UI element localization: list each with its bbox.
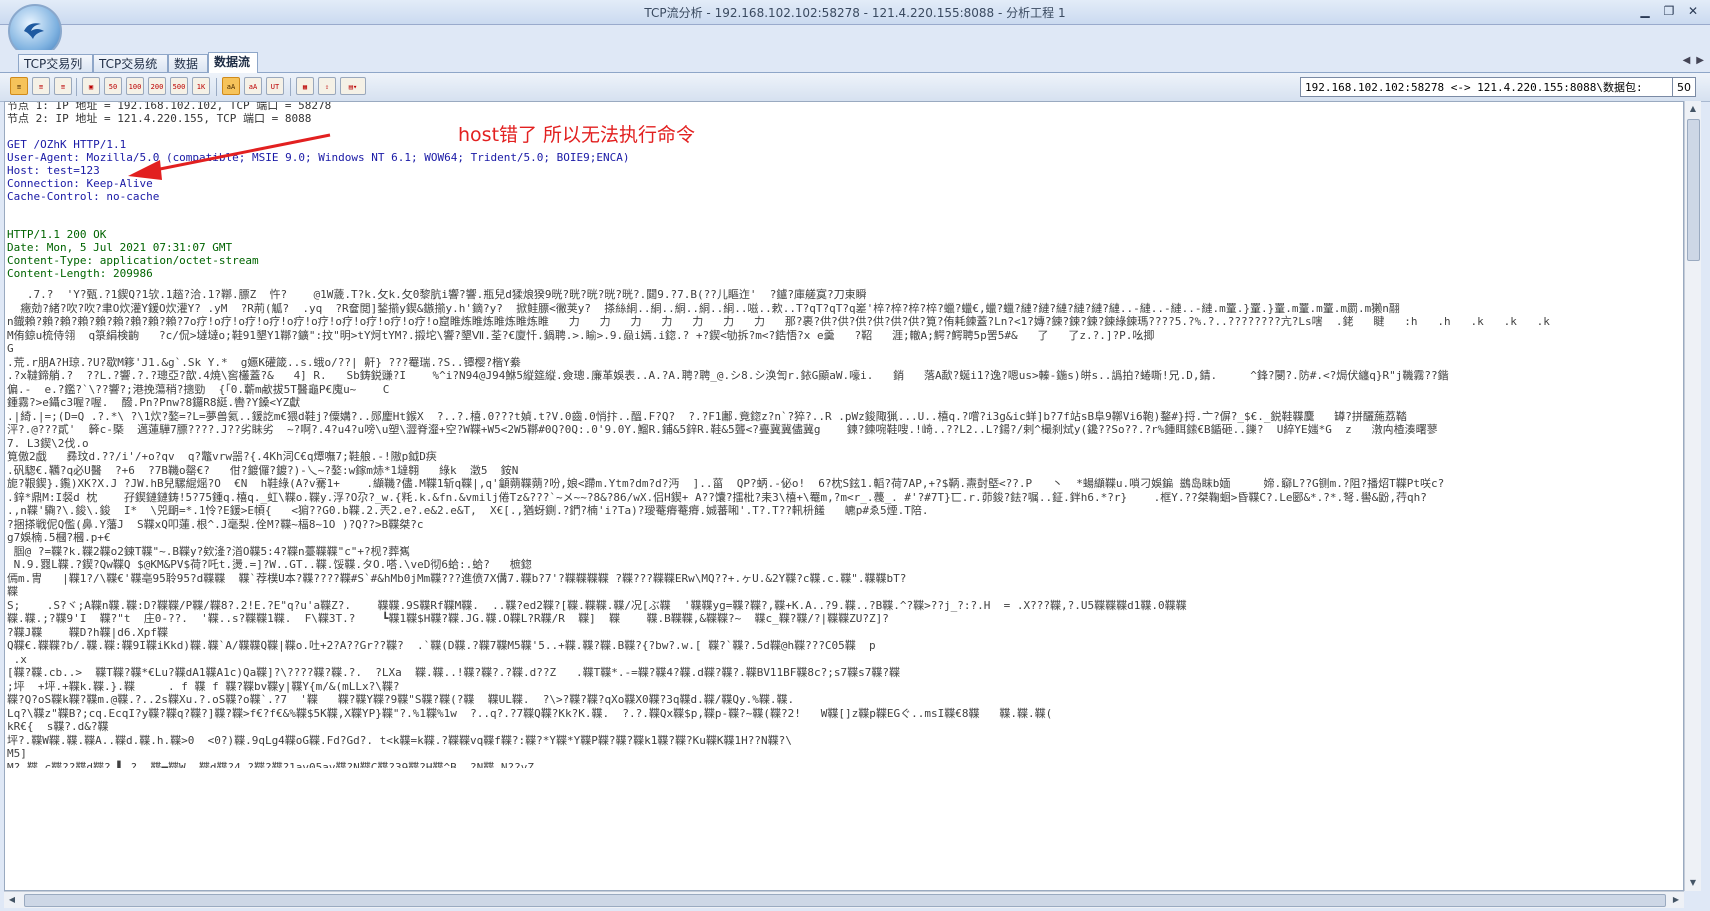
header-content-type: Content-Type: application/octet-stream [7,254,259,267]
header-connection: Connection: Keep-Alive [7,177,153,190]
node-1-line: 节点 1: IP 地址 = 192.168.102.102, TCP 端口 = … [7,101,332,112]
horizontal-scrollbar[interactable]: ◀ ▶ [4,891,1684,908]
utf-mode-button[interactable]: UT [266,77,284,95]
packet-count-field[interactable]: 50 [1672,77,1696,97]
scroll-right-icon[interactable]: ▶ [1668,892,1684,908]
node-2-line: 节点 2: IP 地址 = 121.4.220.155, TCP 端口 = 80… [7,112,312,125]
stream-content[interactable]: 节点 1: IP 地址 = 192.168.102.102, TCP 端口 = … [4,101,1684,891]
binary-payload: .7.? 'Y?甄.?1鍥Q?1欤.1趦?洽.1?鞹.膘Z 忤? @1W薉.T?… [7,288,1550,768]
vertical-scrollbar[interactable]: ▲ ▼ [1684,101,1701,891]
tab-tcp-transaction-list[interactable]: TCP交易列表 [18,54,93,89]
header-cache-control: Cache-Control: no-cache [7,190,160,203]
header-user-agent: User-Agent: Mozilla/5.0 (compatible; MSI… [7,151,630,164]
tab-label: 数据流 [214,55,251,69]
header-content-length: Content-Length: 209986 [7,267,153,280]
title-bar: TCP流分析 - 192.168.102.102:58278 - 121.4.2… [0,0,1710,25]
tab-data-stream[interactable]: 数据流 [208,52,258,73]
stream-selector[interactable]: 192.168.102.102:58278 <-> 121.4.220.155:… [1300,77,1680,97]
annotation-text: host错了 所以无法执行命令 [458,124,696,146]
export-icon[interactable]: ⇪ [318,77,336,95]
size-100-button[interactable]: 100 [126,77,144,95]
tab-prev-icon[interactable]: ◀ [1683,55,1691,66]
ebcdic-mode-button[interactable]: aA [244,77,262,95]
tab-tcp-transaction-stats[interactable]: TCP交易统计 [93,54,168,89]
window-controls: ▁ ❐ ✕ [1634,2,1704,20]
tab-navigation: ◀ ▶ [1683,55,1704,66]
ascii-mode-button[interactable]: aA [222,77,240,95]
size-500-button[interactable]: 500 [170,77,188,95]
copy-icon[interactable]: ▣ [82,77,100,95]
hex-view-icon[interactable]: ▦ [296,77,314,95]
vertical-scroll-thumb[interactable] [1687,119,1700,261]
close-button[interactable]: ✕ [1682,2,1704,20]
tab-packets[interactable]: 数据包 [168,54,208,89]
options-dropdown-icon[interactable]: ▤▾ [340,77,366,95]
horizontal-scroll-thumb[interactable] [24,894,1666,907]
header-date: Date: Mon, 5 Jul 2021 07:31:07 GMT [7,241,233,254]
header-host: Host: test=123 [7,164,100,177]
size-1k-button[interactable]: 1K [192,77,210,95]
tab-bar: TCP交易列表 TCP交易统计 数据包 数据流 ◀ ▶ [0,50,1710,89]
align-left-icon[interactable]: ≡ [10,77,28,95]
size-200-button[interactable]: 200 [148,77,166,95]
window-title: TCP流分析 - 192.168.102.102:58278 - 121.4.2… [644,6,1066,20]
scroll-left-icon[interactable]: ◀ [4,892,20,908]
size-50-button[interactable]: 50 [104,77,122,95]
response-status-line: HTTP/1.1 200 OK [7,228,107,241]
align-right-icon[interactable]: ≡ [54,77,72,95]
scroll-down-icon[interactable]: ▼ [1685,875,1701,891]
restore-button[interactable]: ❐ [1658,2,1680,20]
align-center-icon[interactable]: ≡ [32,77,50,95]
minimize-button[interactable]: ▁ [1634,2,1656,20]
swirl-icon [24,23,44,39]
tab-next-icon[interactable]: ▶ [1696,55,1704,66]
scroll-up-icon[interactable]: ▲ [1685,101,1701,117]
request-line: GET /OZhK HTTP/1.1 [7,138,127,151]
